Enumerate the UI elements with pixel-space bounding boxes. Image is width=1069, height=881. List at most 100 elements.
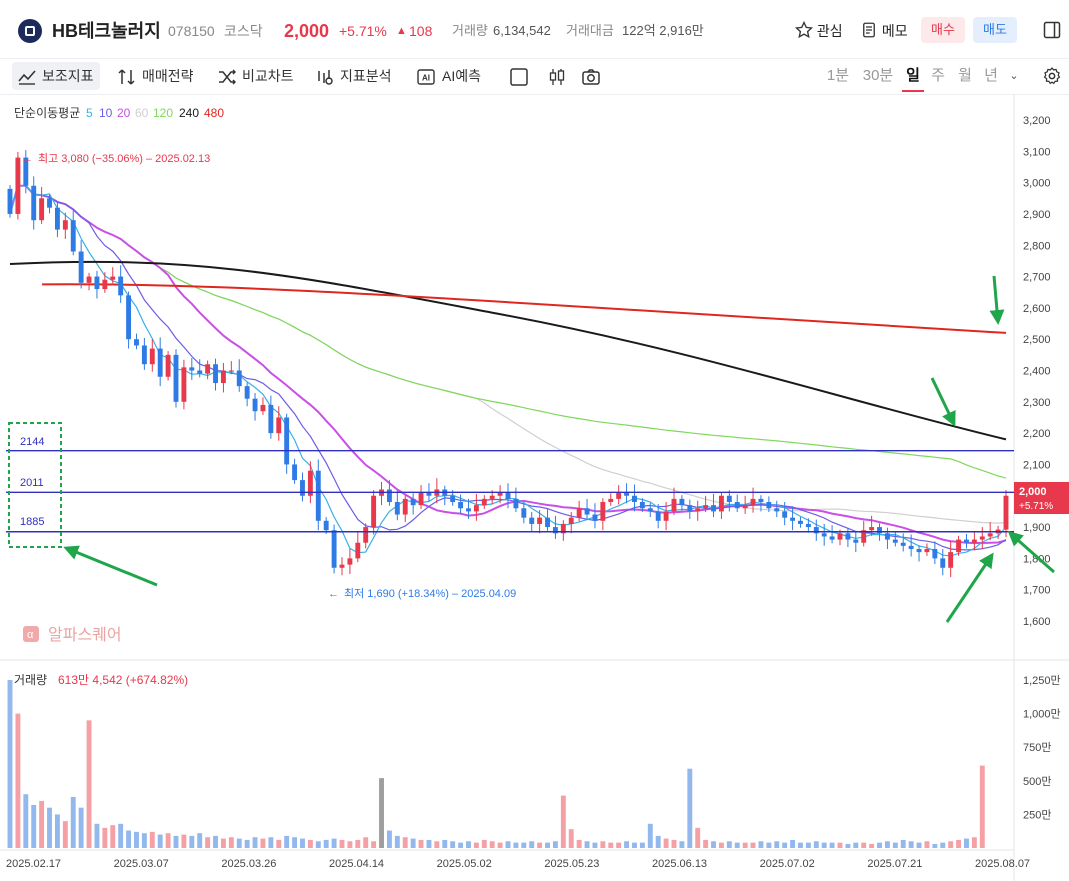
- date-tick-label: 2025.07.02: [760, 858, 815, 870]
- candle-body: [505, 492, 511, 499]
- candle-body: [742, 505, 748, 509]
- price-tick-label: 1,600: [1023, 616, 1051, 628]
- period-1min[interactable]: 1분: [823, 62, 853, 90]
- date-tick-label: 2025.06.13: [652, 858, 707, 870]
- volume-bar: [418, 839, 424, 848]
- candle-body: [39, 198, 45, 221]
- volume-bar: [616, 842, 622, 848]
- volume-bar: [86, 720, 92, 848]
- ai-forecast-label: AI예측: [442, 68, 481, 84]
- candle-body: [300, 480, 305, 496]
- candle-body: [236, 370, 242, 387]
- period-more-chevron-icon[interactable]: ⌄: [1005, 62, 1023, 90]
- indicator-button[interactable]: 보조지표: [12, 62, 100, 90]
- panel-toggle-icon[interactable]: [1042, 20, 1062, 40]
- legend-title: 단순이동평균: [14, 106, 80, 120]
- candle-body: [284, 417, 290, 465]
- candle-body: [671, 498, 677, 512]
- candle-body: [31, 185, 37, 221]
- period-year[interactable]: 년: [980, 62, 1002, 90]
- volume-bar: [220, 838, 226, 848]
- period-week[interactable]: 주: [927, 62, 949, 90]
- screenshot-button[interactable]: [581, 62, 601, 90]
- candle-body: [450, 495, 456, 503]
- price-tick-label: 2,100: [1023, 459, 1051, 471]
- volume-bar: [679, 841, 685, 848]
- candle-type-button[interactable]: [547, 62, 567, 90]
- candle-body: [798, 520, 803, 524]
- market-name: 코스닥: [224, 23, 263, 39]
- stock-header: HB테크놀러지 078150 코스닥 2,000 +5.71% ▲ 108 거래…: [0, 0, 1069, 59]
- volume-bar: [632, 842, 637, 848]
- high-annotation: ←: [22, 153, 33, 165]
- candle-body: [529, 517, 535, 524]
- candle-body: [481, 498, 487, 506]
- chart-toolbar: 보조지표 매매전략 비교차트 지표분석 AI AI예측 1분 30분 일 주 월 …: [0, 58, 1069, 95]
- drawing-box-button[interactable]: [509, 62, 529, 90]
- price-tick-label: 2,800: [1023, 240, 1051, 252]
- candle-body: [766, 502, 772, 509]
- candle-body: [134, 339, 139, 346]
- candle-body: [853, 539, 859, 543]
- period-month[interactable]: 월: [954, 62, 976, 90]
- ai-chip-icon: AI: [417, 69, 435, 85]
- analysis-button[interactable]: 지표분석: [316, 62, 392, 90]
- volume-bar: [790, 839, 796, 848]
- volume-bar: [276, 839, 282, 848]
- volume-bar: [671, 839, 677, 848]
- candle-body: [774, 508, 780, 512]
- period-30min[interactable]: 30분: [858, 62, 898, 90]
- compare-button[interactable]: 비교차트: [218, 62, 294, 90]
- buy-button[interactable]: 매수: [921, 17, 965, 43]
- candle-body: [102, 279, 108, 290]
- change-percent: +5.71%: [339, 23, 387, 39]
- volume-bar: [798, 842, 803, 848]
- candle-body: [94, 276, 100, 290]
- current-price: 2,000: [284, 21, 330, 41]
- volume-bar: [916, 842, 922, 848]
- settings-gear-icon[interactable]: [1042, 66, 1062, 86]
- memo-button[interactable]: 메모: [860, 19, 908, 43]
- price-tick-label: 2,600: [1023, 303, 1051, 315]
- candle-body: [829, 536, 835, 540]
- period-day[interactable]: 일: [902, 62, 924, 92]
- legend-ma-240: 240: [179, 106, 199, 120]
- volume-bar: [442, 839, 448, 848]
- volume-bar: [355, 839, 361, 848]
- volume-bar: [584, 841, 590, 848]
- legend-ma-60: 60: [135, 106, 149, 120]
- ai-forecast-button[interactable]: AI AI예측: [416, 62, 481, 90]
- candle-body: [15, 157, 21, 214]
- stock-code: 078150: [168, 23, 215, 39]
- watch-label: 관심: [816, 23, 843, 39]
- change-up-icon: ▲: [396, 25, 407, 37]
- candle-body: [695, 508, 701, 512]
- price-chart[interactable]: 1,6001,7001,8001,9002,0002,1002,2002,300…: [0, 94, 1069, 881]
- volume-bar: [687, 768, 693, 848]
- volume-bar: [568, 829, 574, 848]
- candle-body: [426, 492, 432, 496]
- watch-button[interactable]: 관심: [794, 19, 843, 43]
- candle-body: [331, 530, 337, 568]
- candle-body: [62, 220, 68, 230]
- volume-bar: [134, 831, 139, 848]
- volume-bar: [260, 838, 266, 848]
- volume-bar: [513, 842, 519, 848]
- candle-body: [197, 370, 203, 374]
- volume-bar: [845, 843, 851, 848]
- volume-bar: [426, 839, 432, 848]
- volume-bar: [521, 842, 527, 848]
- strategy-button[interactable]: 매매전략: [118, 62, 194, 90]
- ma480-line: [41, 283, 1007, 334]
- candle-body: [639, 502, 645, 509]
- candle-body: [758, 498, 764, 503]
- ma120-line: [9, 185, 1007, 479]
- volume-bar: [307, 839, 313, 848]
- volume-bar: [15, 713, 21, 848]
- legend-ma-10: 10: [99, 106, 113, 120]
- legend-ma-480: 480: [204, 106, 224, 120]
- price-tick-label: 2,200: [1023, 428, 1051, 440]
- sell-button[interactable]: 매도: [973, 17, 1017, 43]
- volume-bar: [624, 841, 630, 848]
- candle-body: [260, 404, 266, 412]
